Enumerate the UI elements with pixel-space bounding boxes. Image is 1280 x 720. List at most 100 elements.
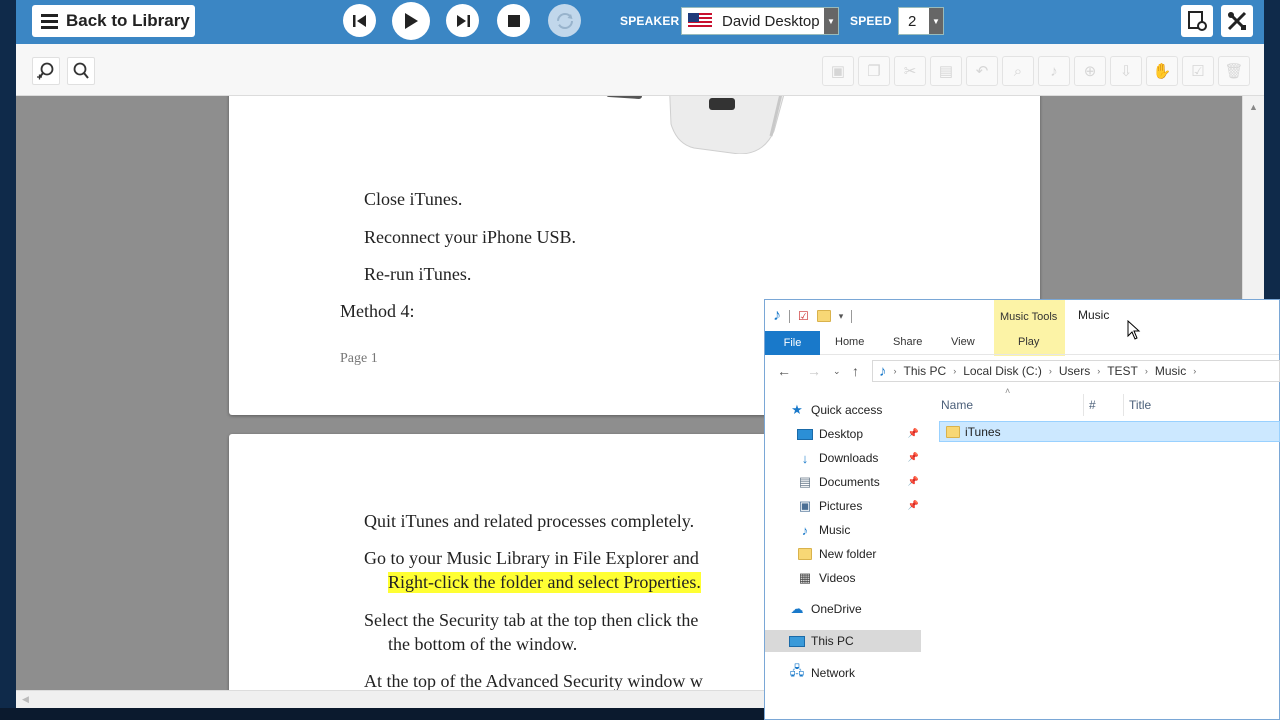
nav-item-new-folder[interactable]: New folder (765, 543, 921, 565)
mouse-cursor-icon (1127, 320, 1141, 340)
disabled-edit-tools: ▣ ❐ ✂ ▤ ↶ ⌕ ♪ ⊕ ⇩ ✋ ☑ 🗑 (822, 56, 1250, 86)
videos-icon: ▦ (798, 570, 812, 585)
speed-label: SPEED (850, 14, 892, 28)
download-icon: ↓ (801, 450, 809, 466)
skip-back-icon (352, 14, 366, 27)
folder-icon (797, 547, 813, 561)
top-toolbar: Back to Library SPEAKER David Desktop ▼ … (16, 0, 1264, 44)
breadcrumb-item[interactable]: Users (1059, 364, 1090, 378)
nav-item-onedrive[interactable]: ☁ OneDrive (765, 598, 921, 620)
breadcrumb-item[interactable]: Music (1155, 364, 1186, 378)
stop-icon (507, 14, 520, 27)
scroll-left-icon[interactable]: ◀ (22, 694, 29, 705)
stop-button[interactable] (497, 4, 530, 37)
nav-item-videos[interactable]: ▦ Videos (765, 567, 921, 589)
list-icon (41, 13, 58, 29)
instruction-line: Reconnect your iPhone USB. (364, 227, 576, 247)
nav-item-music[interactable]: ♪ Music (765, 519, 921, 541)
customize-dropdown-icon[interactable]: ▾ (839, 311, 844, 322)
speaker-select[interactable]: David Desktop ▼ (681, 7, 839, 35)
pin-icon[interactable]: 📌 (908, 428, 919, 439)
trash-icon[interactable]: 🗑 (1218, 56, 1250, 86)
tools-button[interactable] (1221, 5, 1253, 37)
nav-item-documents[interactable]: ▤ Documents 📌 (765, 471, 921, 493)
music-note-icon: ♪ (801, 522, 809, 538)
add-icon[interactable]: ⊕ (1074, 56, 1106, 86)
instruction-line: Re-run iTunes. (364, 264, 472, 284)
computer-icon (789, 634, 805, 648)
speak-icon[interactable]: ♪ (1038, 56, 1070, 86)
cut-icon[interactable]: ✂ (894, 56, 926, 86)
pictures-icon: ▣ (798, 498, 812, 513)
speaker-value: David Desktop (722, 12, 820, 30)
tab-file[interactable]: File (765, 331, 820, 355)
play-icon (405, 13, 418, 29)
copy-icon[interactable]: ❐ (858, 56, 890, 86)
speed-value: 2 (908, 13, 917, 30)
star-icon: ★ (791, 402, 803, 417)
skip-back-button[interactable] (343, 4, 376, 37)
properties-icon[interactable]: ☑ (798, 309, 809, 323)
address-bar[interactable]: ♪ › This PC › Local Disk (C:) › Users › … (872, 360, 1280, 382)
music-note-icon: ♪ (879, 362, 887, 380)
us-flag-icon (688, 13, 712, 29)
network-icon: 🖧 (789, 663, 805, 678)
save-icon[interactable]: ▣ (822, 56, 854, 86)
instruction-line: Go to your Music Library in File Explore… (364, 548, 699, 568)
paste-icon[interactable]: ▤ (930, 56, 962, 86)
file-explorer-window: ♪ ☑ ▾ Music Tools Play Music File Home S… (764, 299, 1280, 720)
zoom-out-icon (73, 62, 89, 79)
nav-item-quick-access[interactable]: ★ Quick access (765, 399, 921, 421)
screen-settings-button[interactable] (1181, 5, 1213, 37)
instruction-line: Quit iTunes and related processes comple… (364, 511, 695, 531)
repeat-button[interactable] (548, 4, 581, 37)
zoom-in-button[interactable] (32, 57, 60, 85)
address-row: ← → ⌄ ↑ ♪ › This PC › Local Disk (C:) › … (765, 356, 1280, 386)
breadcrumb-item[interactable]: TEST (1107, 364, 1138, 378)
instruction-line: Close iTunes. (364, 189, 463, 209)
navigation-pane: ★ Quick access Desktop 📌 ↓ Downloads 📌 ▤… (765, 394, 921, 714)
pin-icon[interactable]: 📌 (908, 452, 919, 463)
breadcrumb-item[interactable]: Local Disk (C:) (963, 364, 1042, 378)
cloud-icon: ☁ (790, 601, 804, 616)
zoom-in-icon (37, 62, 54, 80)
desktop-icon (797, 427, 813, 441)
instruction-line: At the top of the Advanced Security wind… (364, 671, 703, 691)
tab-home[interactable]: Home (835, 336, 864, 348)
scroll-up-icon[interactable]: ▲ (1249, 102, 1258, 112)
play-button[interactable] (392, 2, 430, 40)
edit-toolbar: ▣ ❐ ✂ ▤ ↶ ⌕ ♪ ⊕ ⇩ ✋ ☑ 🗑 (16, 44, 1264, 96)
tab-share[interactable]: Share (893, 336, 922, 348)
new-folder-icon[interactable] (816, 310, 831, 322)
breadcrumb-item[interactable]: This PC (904, 364, 947, 378)
music-tools-label: Music Tools (1000, 311, 1058, 323)
hand-icon[interactable]: ✋ (1146, 56, 1178, 86)
check-icon[interactable]: ☑ (1182, 56, 1214, 86)
tab-view[interactable]: View (951, 336, 975, 348)
music-note-icon: ♪ (773, 307, 781, 324)
nav-item-network[interactable]: 🖧 Network (765, 662, 921, 684)
pin-icon[interactable]: 📌 (908, 476, 919, 487)
up-arrow-icon[interactable]: ↑ (852, 363, 859, 379)
pin-icon[interactable]: 📌 (908, 500, 919, 511)
file-row[interactable]: iTunes (939, 421, 1280, 442)
nav-item-desktop[interactable]: Desktop 📌 (765, 423, 921, 445)
import-icon[interactable]: ⇩ (1110, 56, 1142, 86)
column-header-name[interactable]: Name (941, 398, 973, 412)
back-arrow-icon[interactable]: ← (777, 363, 791, 379)
zoom-out-button[interactable] (67, 57, 95, 85)
speed-select[interactable]: 2 ▼ (898, 7, 944, 35)
skip-forward-button[interactable] (446, 4, 479, 37)
recent-locations-icon[interactable]: ⌄ (833, 366, 841, 377)
nav-item-this-pc[interactable]: This PC (765, 630, 921, 652)
forward-arrow-icon[interactable]: → (807, 363, 821, 379)
undo-icon[interactable]: ↶ (966, 56, 998, 86)
column-header-number[interactable]: # (1089, 398, 1096, 412)
search-icon[interactable]: ⌕ (1002, 56, 1034, 86)
instruction-line: the bottom of the window. (388, 634, 578, 654)
column-header-title[interactable]: Title (1129, 398, 1151, 412)
chevron-down-icon: ▼ (824, 8, 838, 34)
nav-item-downloads[interactable]: ↓ Downloads 📌 (765, 447, 921, 469)
nav-item-pictures[interactable]: ▣ Pictures 📌 (765, 495, 921, 517)
back-to-library-button[interactable]: Back to Library (32, 5, 195, 37)
